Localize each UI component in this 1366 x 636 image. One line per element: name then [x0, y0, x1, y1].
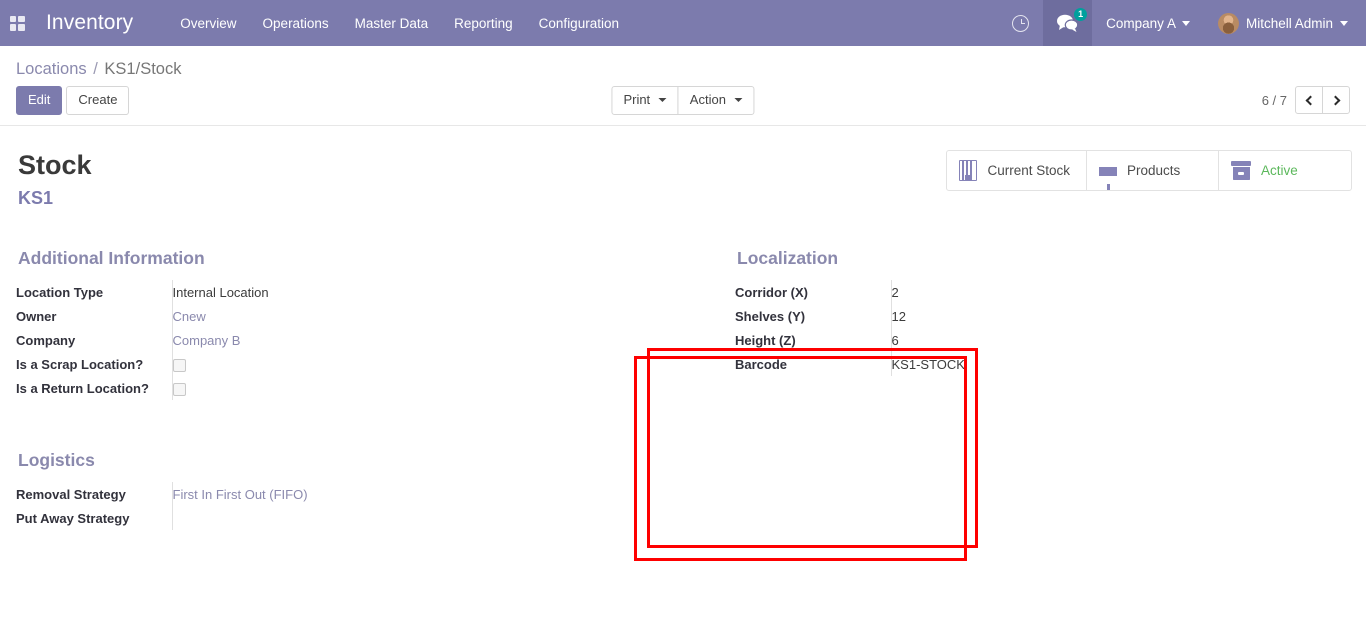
- field-value-owner[interactable]: Cnew: [172, 304, 486, 328]
- control-panel-dropdowns: Print Action: [611, 86, 754, 115]
- activity-menu-button[interactable]: [998, 0, 1043, 46]
- checkbox-is-return-location[interactable]: [173, 383, 186, 396]
- group-title-additional-information: Additional Information: [18, 246, 683, 270]
- logistics-fields: Removal Strategy First In First Out (FIF…: [16, 482, 486, 530]
- create-button[interactable]: Create: [66, 86, 129, 115]
- field-label-shelves-y: Shelves (Y): [735, 304, 891, 328]
- chevron-down-icon: [1182, 21, 1190, 26]
- building-icon: [959, 160, 977, 181]
- pager: 6 / 7: [1262, 86, 1350, 114]
- field-row-shelves-y: Shelves (Y) 12: [735, 304, 1005, 328]
- menu-item-configuration[interactable]: Configuration: [526, 0, 632, 46]
- chevron-down-icon: [1340, 21, 1348, 26]
- chevron-down-icon: [659, 98, 667, 102]
- additional-information-fields: Location Type Internal Location Owner Cn…: [16, 280, 486, 424]
- field-label-height-z: Height (Z): [735, 328, 891, 352]
- form-sheet: Current Stock Products Active Stock KS1 …: [0, 126, 1366, 530]
- chevron-right-icon: [1330, 95, 1340, 105]
- field-value-barcode[interactable]: KS1-STOCK: [891, 352, 1005, 376]
- clock-icon: [1012, 15, 1029, 32]
- field-row-is-return-location: Is a Return Location?: [16, 376, 486, 400]
- field-row-barcode: Barcode KS1-STOCK: [735, 352, 1005, 376]
- field-spacer: [16, 400, 486, 424]
- field-row-corridor-x: Corridor (X) 2: [735, 280, 1005, 304]
- field-label-removal-strategy: Removal Strategy: [16, 482, 172, 506]
- top-navbar: Inventory Overview Operations Master Dat…: [0, 0, 1366, 46]
- field-label-location-type: Location Type: [16, 280, 172, 304]
- apps-grid-icon: [10, 16, 25, 31]
- field-label-owner: Owner: [16, 304, 172, 328]
- field-label-company: Company: [16, 328, 172, 352]
- group-title-logistics: Logistics: [18, 448, 683, 472]
- chevron-down-icon: [735, 98, 743, 102]
- field-row-removal-strategy: Removal Strategy First In First Out (FIF…: [16, 482, 486, 506]
- form-column-left: Additional Information Location Type Int…: [16, 246, 683, 530]
- breadcrumb-item-current: KS1/Stock: [104, 60, 181, 78]
- field-value-put-away-strategy[interactable]: [172, 506, 486, 530]
- breadcrumb-separator: /: [93, 60, 98, 78]
- field-row-owner: Owner Cnew: [16, 304, 486, 328]
- field-row-company: Company Company B: [16, 328, 486, 352]
- form-sheet-background: Current Stock Products Active Stock KS1 …: [0, 126, 1366, 636]
- stat-button-products-label: Products: [1127, 163, 1180, 178]
- apps-menu-toggle[interactable]: [0, 0, 34, 46]
- stat-button-box: Current Stock Products Active: [946, 150, 1352, 191]
- main-menu: Overview Operations Master Data Reportin…: [167, 0, 632, 46]
- field-value-shelves-y[interactable]: 12: [891, 304, 1005, 328]
- menu-item-reporting[interactable]: Reporting: [441, 0, 526, 46]
- field-value-corridor-x[interactable]: 2: [891, 280, 1005, 304]
- archive-box-icon: [1231, 161, 1251, 180]
- user-menu-label: Mitchell Admin: [1246, 16, 1333, 31]
- print-dropdown-button[interactable]: Print: [611, 86, 678, 115]
- control-panel: Locations / KS1/Stock Edit Create Print …: [0, 46, 1366, 126]
- field-label-put-away-strategy: Put Away Strategy: [16, 506, 172, 530]
- edit-button[interactable]: Edit: [16, 86, 62, 115]
- messaging-counter-badge: 1: [1074, 8, 1087, 21]
- stat-button-current-stock-label: Current Stock: [987, 163, 1070, 178]
- app-brand-inventory[interactable]: Inventory: [34, 0, 145, 46]
- field-row-put-away-strategy: Put Away Strategy: [16, 506, 486, 530]
- localization-fields: Corridor (X) 2 Shelves (Y) 12 Height (Z)…: [735, 280, 1005, 376]
- filter-funnel-icon: [1099, 167, 1117, 176]
- field-value-removal-strategy[interactable]: First In First Out (FIFO): [172, 482, 486, 506]
- field-row-location-type: Location Type Internal Location: [16, 280, 486, 304]
- field-label-barcode: Barcode: [735, 352, 891, 376]
- action-dropdown-button[interactable]: Action: [678, 86, 755, 115]
- field-value-location-type[interactable]: Internal Location: [172, 280, 486, 304]
- stat-button-products[interactable]: Products: [1087, 151, 1219, 190]
- field-value-company[interactable]: Company B: [172, 328, 486, 352]
- field-label-is-scrap-location: Is a Scrap Location?: [16, 352, 172, 376]
- menu-item-overview[interactable]: Overview: [167, 0, 249, 46]
- pager-previous-button[interactable]: [1295, 86, 1323, 114]
- breadcrumb: Locations / KS1/Stock: [16, 52, 1350, 84]
- pager-next-button[interactable]: [1322, 86, 1350, 114]
- action-dropdown-label: Action: [690, 92, 726, 107]
- control-panel-actions: Edit Create Print Action 6 / 7: [16, 84, 1350, 116]
- breadcrumb-item-locations[interactable]: Locations: [16, 60, 87, 78]
- menu-item-master-data[interactable]: Master Data: [342, 0, 442, 46]
- user-menu[interactable]: Mitchell Admin: [1204, 0, 1366, 46]
- form-columns: Additional Information Location Type Int…: [16, 246, 1350, 530]
- form-column-right: Localization Corridor (X) 2 Shelves (Y) …: [683, 246, 1350, 530]
- stat-button-current-stock[interactable]: Current Stock: [947, 151, 1087, 190]
- field-row-is-scrap-location: Is a Scrap Location?: [16, 352, 486, 376]
- field-value-height-z[interactable]: 6: [891, 328, 1005, 352]
- avatar: [1218, 13, 1239, 34]
- company-switcher[interactable]: Company A: [1092, 0, 1204, 46]
- stat-button-active[interactable]: Active: [1219, 151, 1351, 190]
- chevron-left-icon: [1305, 95, 1315, 105]
- navbar-right-tools: 1 Company A Mitchell Admin: [998, 0, 1366, 46]
- stat-button-active-label: Active: [1261, 163, 1298, 178]
- group-title-localization: Localization: [737, 246, 1350, 270]
- print-dropdown-label: Print: [623, 92, 650, 107]
- checkbox-is-scrap-location[interactable]: [173, 359, 186, 372]
- menu-item-operations[interactable]: Operations: [250, 0, 342, 46]
- field-label-is-return-location: Is a Return Location?: [16, 376, 172, 400]
- pager-count: 6 / 7: [1262, 93, 1287, 108]
- field-label-corridor-x: Corridor (X): [735, 280, 891, 304]
- messaging-menu-button[interactable]: 1: [1043, 0, 1092, 46]
- company-switcher-label: Company A: [1106, 16, 1176, 31]
- field-row-height-z: Height (Z) 6: [735, 328, 1005, 352]
